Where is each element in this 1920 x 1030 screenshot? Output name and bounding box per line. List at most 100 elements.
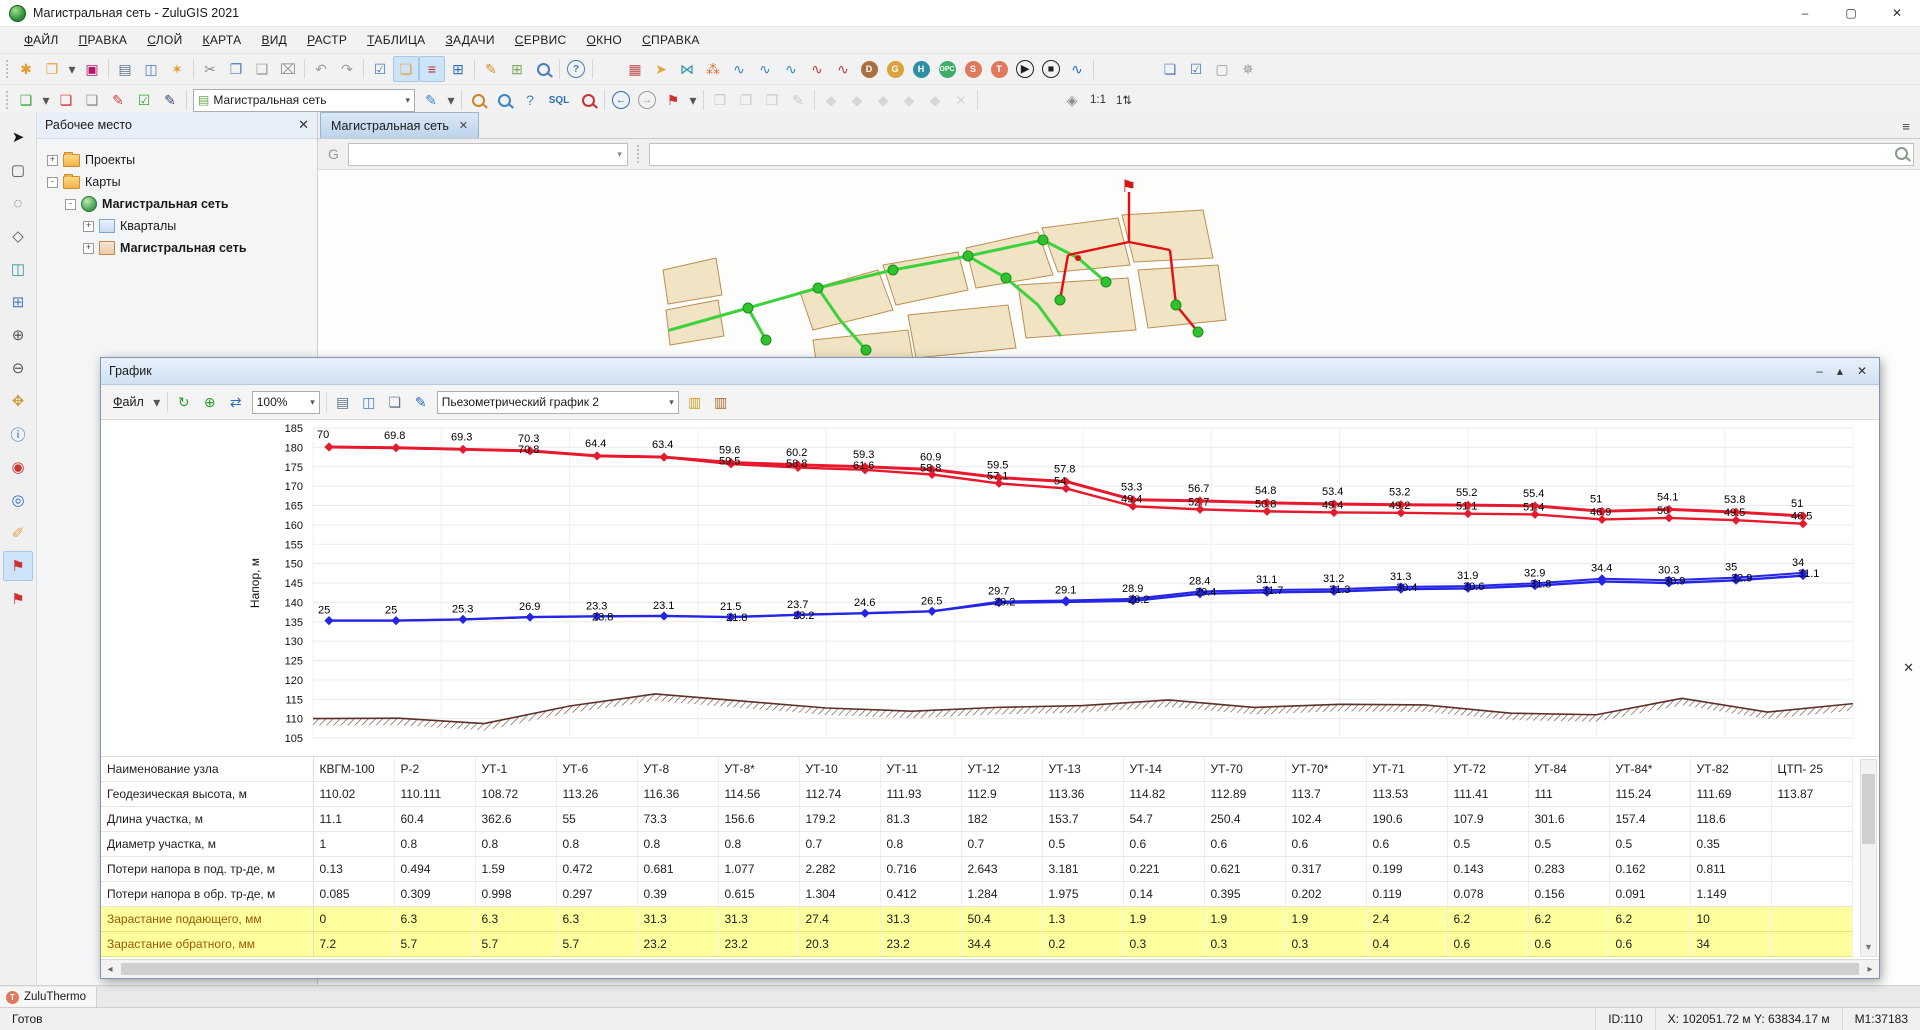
menu-таблица[interactable]: ТАБЛИЦА: [357, 29, 435, 51]
menu-правка[interactable]: ПРАВКА: [69, 29, 138, 51]
file-menu-arrow-icon[interactable]: ▾: [150, 389, 164, 415]
zulu-blocks-icon[interactable]: ▦: [622, 56, 648, 82]
new-window-icon[interactable]: ⊞: [445, 56, 471, 82]
copy-icon[interactable]: ❐: [223, 56, 249, 82]
badge-d-icon[interactable]: D: [856, 56, 882, 82]
scrollbar-thumb[interactable]: [121, 963, 1859, 975]
zoom-out-icon[interactable]: ⊖: [3, 353, 33, 383]
tab-close-icon[interactable]: ✕: [459, 119, 468, 132]
print-selected-icon[interactable]: ☑: [1183, 56, 1209, 82]
graph-close-button[interactable]: ✕: [1857, 364, 1867, 378]
menu-окно[interactable]: ОКНО: [577, 29, 633, 51]
tab-magistralnaya-set[interactable]: Магистральная сеть ✕: [320, 112, 479, 138]
info-icon[interactable]: ⓘ: [3, 419, 33, 449]
grid-icon[interactable]: ⊞: [3, 287, 33, 317]
stop-icon[interactable]: ■: [1038, 56, 1064, 82]
badge-opc-icon[interactable]: OPC: [934, 56, 960, 82]
delete-template-icon[interactable]: ▥: [708, 389, 734, 415]
undo-icon[interactable]: ↶: [308, 56, 334, 82]
address-search-input[interactable]: [649, 143, 1914, 166]
edit-chart-icon[interactable]: ✎: [408, 389, 434, 415]
graph-rollup-button[interactable]: ▴: [1837, 364, 1843, 378]
menu-вид[interactable]: ВИД: [251, 29, 297, 51]
tree-item-магистральная-сеть[interactable]: +Магистральная сеть: [37, 237, 317, 259]
style-pencil-icon[interactable]: ✎: [418, 87, 444, 113]
chevron-down-icon[interactable]: ▾: [399, 95, 410, 106]
menu-карта[interactable]: КАРТА: [193, 29, 252, 51]
scroll-right-icon[interactable]: ▸: [1861, 964, 1879, 975]
zoom-combo[interactable]: 100%▾: [252, 391, 320, 414]
tree-item-кварталы[interactable]: +Кварталы: [37, 215, 317, 237]
style-pencil-arrow-icon[interactable]: ▾: [444, 87, 458, 113]
scrollbar-thumb[interactable]: [1862, 774, 1875, 844]
paste-icon[interactable]: ❑: [249, 56, 275, 82]
edit-slate-icon[interactable]: ✎: [157, 87, 183, 113]
badge-s-icon[interactable]: S: [960, 56, 986, 82]
object-select-icon[interactable]: ◉: [3, 452, 33, 482]
open-file-icon[interactable]: ❒: [39, 56, 65, 82]
toolbar-grip[interactable]: [5, 90, 10, 110]
find-icon[interactable]: [530, 56, 556, 82]
open-file-arrow-icon[interactable]: ▾: [65, 56, 79, 82]
collapse-icon[interactable]: -: [47, 177, 58, 188]
start-icon[interactable]: ▶: [1012, 56, 1038, 82]
menu-файл[interactable]: ФАЙЛ: [14, 29, 69, 51]
graph-window-titlebar[interactable]: График –▴✕: [101, 358, 1879, 385]
preview-chart-icon[interactable]: ◫: [356, 389, 382, 415]
bookmark-icon[interactable]: ⚑: [660, 87, 686, 113]
print-region-icon[interactable]: ▢: [1209, 56, 1235, 82]
graph-minimize-button[interactable]: –: [1816, 364, 1823, 378]
search-field-combo[interactable]: ▾: [348, 143, 628, 166]
flag-path-icon[interactable]: ⚑: [3, 584, 33, 614]
zulu-valve-icon[interactable]: ⋈: [674, 56, 700, 82]
map-check-icon[interactable]: ☑: [131, 87, 157, 113]
zulu-network-icon[interactable]: ⁂: [700, 56, 726, 82]
tree-item-проекты[interactable]: +Проекты: [37, 149, 317, 171]
select-polygon-icon[interactable]: ◇: [3, 221, 33, 251]
menu-задачи[interactable]: ЗАДАЧИ: [435, 29, 504, 51]
piezo-line-icon-5[interactable]: ∿: [830, 56, 856, 82]
graph-horizontal-scrollbar[interactable]: ◂ ▸: [101, 959, 1879, 978]
expand-icon[interactable]: +: [83, 221, 94, 232]
zoom-in-icon[interactable]: ⊕: [3, 320, 33, 350]
menu-слой[interactable]: СЛОЙ: [137, 29, 192, 51]
print-report-icon[interactable]: ❏: [1157, 56, 1183, 82]
badge-t-icon[interactable]: T: [986, 56, 1012, 82]
flag-icon[interactable]: ⚑: [3, 551, 33, 581]
db-query-icon[interactable]: [465, 87, 491, 113]
close-button[interactable]: ✕: [1874, 0, 1920, 26]
new-file-icon[interactable]: ✱: [13, 56, 39, 82]
chevron-down-icon[interactable]: ▾: [663, 397, 674, 408]
map-edit-icon[interactable]: ✎: [105, 87, 131, 113]
print-preview-icon[interactable]: ◫: [138, 56, 164, 82]
histogram-icon[interactable]: ∿: [1064, 56, 1090, 82]
theme-query-icon[interactable]: [491, 87, 517, 113]
chart-type-combo[interactable]: Пьезометрический график 2▾: [437, 391, 679, 414]
piezo-line-icon-2[interactable]: ∿: [752, 56, 778, 82]
menu-справка[interactable]: СПРАВКА: [632, 29, 710, 51]
select-cursor-icon[interactable]: ➤: [3, 122, 33, 152]
menu-сервис[interactable]: СЕРВИС: [505, 29, 577, 51]
print-new-region-icon[interactable]: ✵: [1235, 56, 1261, 82]
sql-icon[interactable]: SQL: [543, 87, 575, 113]
page-setup-icon[interactable]: ❏: [382, 389, 408, 415]
collapse-icon[interactable]: -: [65, 199, 76, 210]
expand-icon[interactable]: +: [47, 155, 58, 166]
minimize-button[interactable]: –: [1782, 0, 1828, 26]
tab-list-icon[interactable]: ≡: [1892, 119, 1920, 134]
piezo-line-icon-1[interactable]: ∿: [726, 56, 752, 82]
forward-icon[interactable]: →: [634, 87, 660, 113]
add-map-icon[interactable]: ❏: [13, 87, 39, 113]
scroll-left-icon[interactable]: ◂: [101, 964, 119, 975]
element-list-icon[interactable]: ≡: [419, 56, 445, 82]
save-template-icon[interactable]: ▥: [682, 389, 708, 415]
select-circle-icon[interactable]: ◌: [3, 188, 33, 218]
project-tasks-icon[interactable]: ☑: [367, 56, 393, 82]
bookmark-arrow-icon[interactable]: ▾: [686, 87, 700, 113]
reload-icon[interactable]: ⇄: [223, 389, 249, 415]
scale-one-to-one[interactable]: 1:1: [1085, 91, 1111, 109]
file-menu[interactable]: Файл: [107, 392, 150, 412]
add-map-arrow-icon[interactable]: ▾: [39, 87, 53, 113]
tree-item-карты[interactable]: -Карты: [37, 171, 317, 193]
tab-zuluthermo[interactable]: T ZuluThermo: [0, 987, 97, 1008]
